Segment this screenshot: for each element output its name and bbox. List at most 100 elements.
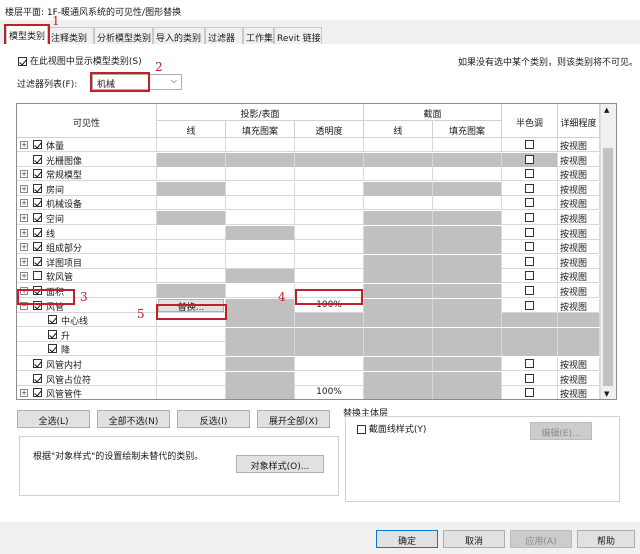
halftone-checkbox[interactable]	[525, 242, 534, 252]
table-row[interactable]: + 组成部分 按视图	[17, 240, 600, 255]
cell-tr[interactable]: 100%	[295, 386, 364, 399]
cell-cf[interactable]	[433, 342, 502, 357]
halftone-checkbox[interactable]	[525, 169, 534, 179]
cell-tr[interactable]	[295, 269, 364, 284]
cell-tr[interactable]	[295, 211, 364, 225]
cell-pl[interactable]	[157, 269, 226, 284]
tab-annotation-categories[interactable]: 注释类别	[48, 27, 94, 44]
edit-button[interactable]: 编辑(E)...	[530, 422, 592, 440]
cell-ht[interactable]	[502, 254, 558, 269]
halftone-checkbox[interactable]	[525, 183, 534, 193]
scroll-up-icon[interactable]: ▲	[604, 106, 609, 114]
table-row[interactable]: + 体量 按视图	[17, 138, 600, 152]
expand-icon[interactable]: +	[20, 389, 28, 398]
apply-button[interactable]: 应用(A)	[510, 530, 572, 548]
table-row[interactable]: 中心线	[17, 313, 600, 328]
cell-tr[interactable]	[295, 342, 364, 357]
cell-pf[interactable]	[226, 152, 295, 167]
help-button[interactable]: 帮助	[577, 530, 635, 548]
cell-dt[interactable]: 按视图	[558, 371, 600, 386]
expand-icon[interactable]: +	[20, 184, 28, 193]
cell-pl[interactable]	[157, 181, 226, 196]
expand-icon[interactable]: +	[20, 257, 28, 266]
category-checkbox[interactable]	[33, 169, 42, 179]
cell-cl[interactable]	[364, 269, 433, 284]
halftone-checkbox[interactable]	[525, 213, 534, 222]
expand-icon[interactable]: +	[20, 199, 28, 208]
cell-pf[interactable]	[226, 167, 295, 182]
cell-ht[interactable]	[502, 357, 558, 371]
cell-pl[interactable]	[157, 225, 226, 240]
cell-cl[interactable]	[364, 196, 433, 211]
cell-cl[interactable]	[364, 240, 433, 255]
category-checkbox[interactable]	[33, 359, 42, 368]
cell-cl[interactable]	[364, 152, 433, 167]
cell-pf[interactable]	[226, 196, 295, 211]
cell-dt[interactable]: 按视图	[558, 211, 600, 225]
cell-ht[interactable]	[502, 240, 558, 255]
table-row[interactable]: + 空间 按视图	[17, 211, 600, 225]
cell-dt[interactable]: 按视图	[558, 181, 600, 196]
cell-cl[interactable]	[364, 254, 433, 269]
halftone-checkbox[interactable]	[525, 300, 534, 310]
cell-cf[interactable]	[433, 181, 502, 196]
cell-cl[interactable]	[364, 211, 433, 225]
category-checkbox[interactable]	[33, 271, 42, 281]
tab-filters[interactable]: 过滤器	[205, 27, 243, 44]
cell-dt[interactable]	[558, 313, 600, 328]
category-checkbox[interactable]	[33, 373, 42, 383]
cell-ht[interactable]	[502, 167, 558, 182]
cell-cf[interactable]	[433, 225, 502, 240]
cell-cf[interactable]	[433, 386, 502, 399]
halftone-checkbox[interactable]	[525, 286, 534, 295]
cell-ht[interactable]	[502, 196, 558, 211]
halftone-checkbox[interactable]	[525, 154, 534, 164]
object-styles-button[interactable]: 对象样式(O)...	[236, 455, 324, 473]
cell-ht[interactable]	[502, 284, 558, 298]
cell-pf[interactable]	[226, 327, 295, 342]
table-row[interactable]: + 常规模型 按视图	[17, 167, 600, 182]
cell-ht[interactable]	[502, 327, 558, 342]
cell-tr[interactable]	[295, 313, 364, 328]
cell-pf[interactable]	[226, 240, 295, 255]
cell-cf[interactable]	[433, 254, 502, 269]
cell-dt[interactable]: 按视图	[558, 138, 600, 152]
cell-ht[interactable]	[502, 181, 558, 196]
cell-cf[interactable]	[433, 167, 502, 182]
category-checkbox[interactable]	[33, 183, 42, 193]
cell-ht[interactable]	[502, 298, 558, 313]
cell-tr[interactable]	[295, 327, 364, 342]
cell-pf[interactable]	[226, 342, 295, 357]
expand-icon[interactable]: +	[20, 272, 28, 281]
cell-cf[interactable]	[433, 269, 502, 284]
cell-cf[interactable]	[433, 298, 502, 313]
cancel-button[interactable]: 取消	[443, 530, 505, 548]
halftone-checkbox[interactable]	[525, 227, 534, 237]
cell-pf[interactable]	[226, 313, 295, 328]
table-row[interactable]: + 线按视图	[17, 225, 600, 240]
cell-dt[interactable]	[558, 327, 600, 342]
category-checkbox[interactable]	[33, 213, 42, 222]
cell-tr[interactable]	[295, 357, 364, 371]
halftone-checkbox[interactable]	[525, 198, 534, 208]
cell-cl[interactable]	[364, 181, 433, 196]
category-checkbox[interactable]	[48, 315, 57, 325]
expand-icon[interactable]: +	[20, 214, 28, 222]
cell-pf[interactable]	[226, 211, 295, 225]
cell-dt[interactable]: 按视图	[558, 386, 600, 399]
cell-cf[interactable]	[433, 371, 502, 386]
category-checkbox[interactable]	[33, 140, 42, 149]
select-none-button[interactable]: 全部不选(N)	[97, 410, 170, 428]
cell-tr[interactable]	[295, 138, 364, 152]
cell-cl[interactable]	[364, 284, 433, 298]
cell-dt[interactable]: 按视图	[558, 284, 600, 298]
cell-pl[interactable]	[157, 357, 226, 371]
cell-ht[interactable]	[502, 138, 558, 152]
cell-pl[interactable]	[157, 254, 226, 269]
cell-pl[interactable]	[157, 284, 226, 298]
cell-pl[interactable]	[157, 167, 226, 182]
table-row[interactable]: 光栅图像 按视图	[17, 152, 600, 167]
cell-dt[interactable]	[558, 342, 600, 357]
table-row[interactable]: + 详图项目 按视图	[17, 254, 600, 269]
cell-ht[interactable]	[502, 386, 558, 399]
